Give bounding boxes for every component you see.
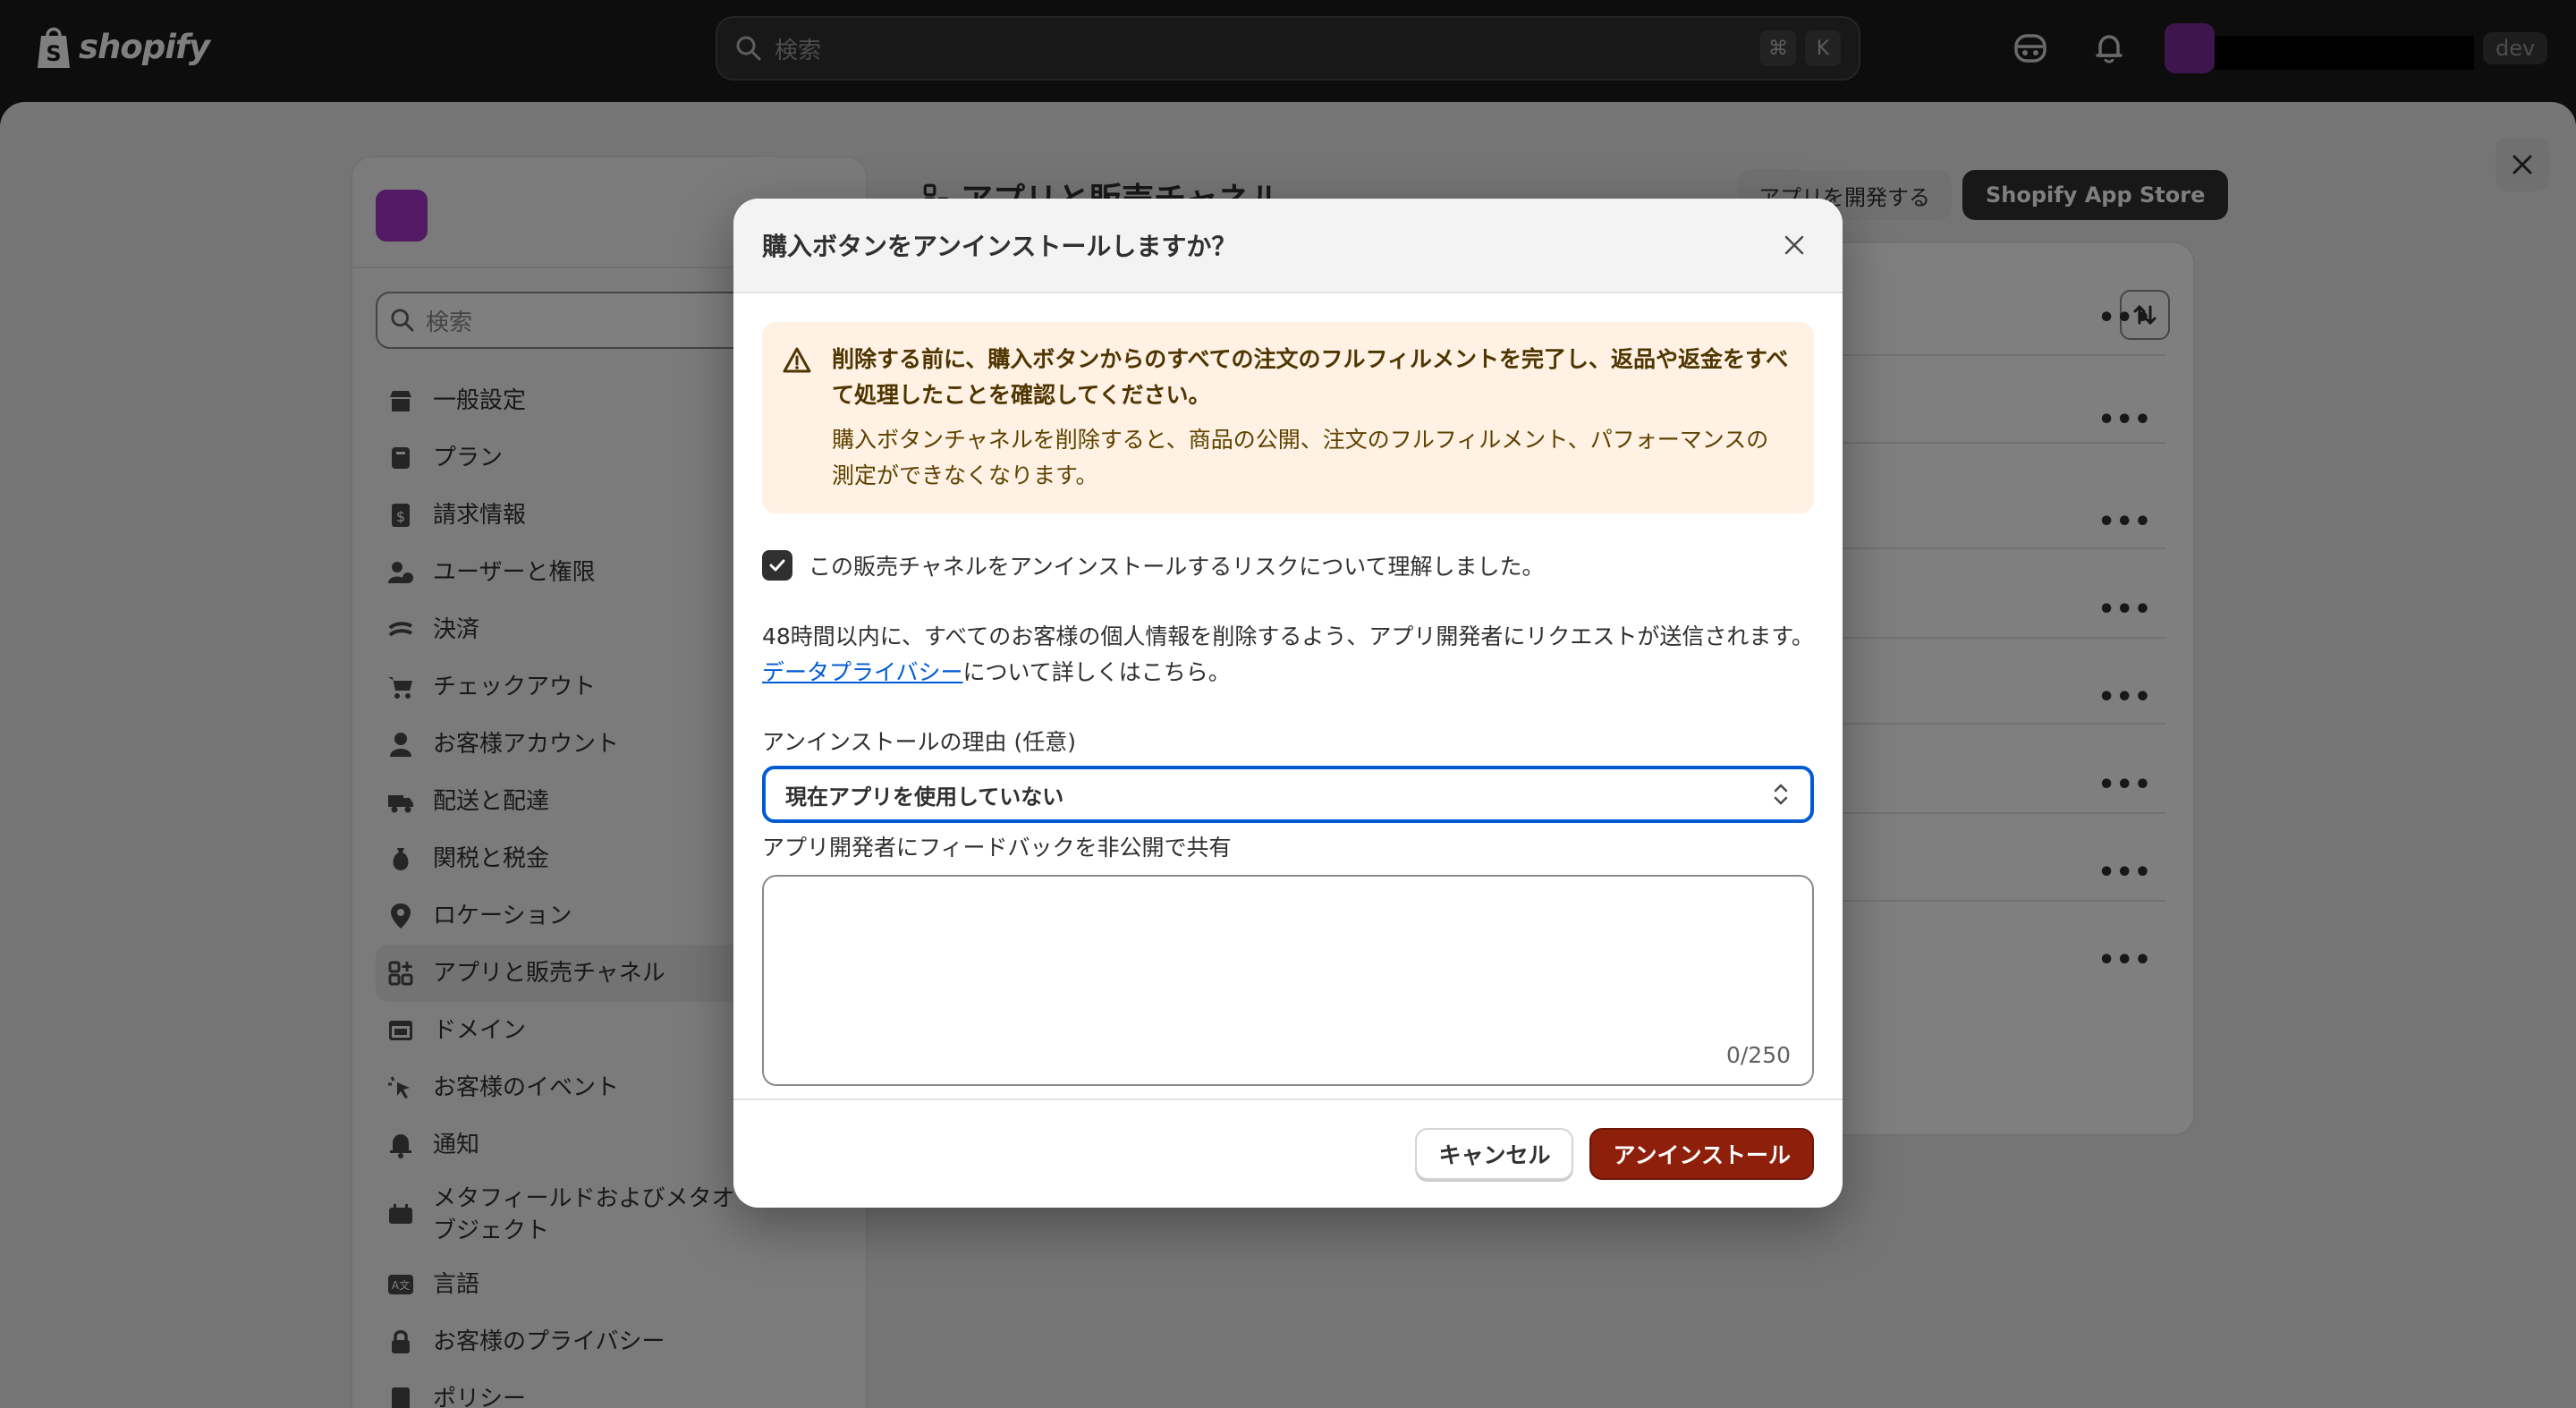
dialog-close-button[interactable] [1775, 225, 1814, 265]
privacy-notice: 48時間以内に、すべてのお客様の個人情報を削除するよう、アプリ開発者にリクエスト… [762, 623, 1814, 685]
feedback-label: アプリ開発者にフィードバックを非公開で共有 [762, 835, 1232, 861]
reason-label: アンインストールの理由 (任意) [762, 729, 1076, 755]
warning-text: 購入ボタンチャネルを削除すると、商品の公開、注文のフルフィルメント、パフォーマン… [832, 427, 1769, 488]
dialog-title: 購入ボタンをアンインストールしますか？ [762, 232, 1237, 261]
warning-icon [783, 347, 811, 373]
reason-selected-value: 現在アプリを使用していない [785, 784, 1064, 810]
feedback-textarea[interactable]: 0/250 [762, 875, 1814, 1086]
warning-banner: 削除する前に、購入ボタンからのすべての注文のフルフィルメントを完了し、返品や返金… [762, 322, 1814, 513]
character-counter: 0/250 [1725, 1042, 1791, 1068]
uninstall-button[interactable]: アンインストール [1589, 1128, 1814, 1180]
risk-checkbox[interactable] [762, 550, 792, 581]
data-privacy-link[interactable]: データプライバシー [762, 659, 963, 685]
dialog-body: 削除する前に、購入ボタンからのすべての注文のフルフィルメントを完了し、返品や返金… [733, 293, 1843, 1086]
cancel-button[interactable]: キャンセル [1415, 1128, 1574, 1180]
warning-title: 削除する前に、購入ボタンからのすべての注文のフルフィルメントを完了し、返品や返金… [832, 346, 1789, 408]
checkmark-icon [769, 559, 785, 572]
select-chevron-icon [1774, 784, 1788, 805]
reason-select[interactable]: 現在アプリを使用していない [762, 766, 1814, 823]
dialog-footer: キャンセル アンインストール [733, 1098, 1843, 1208]
close-icon [1784, 235, 1804, 255]
risk-acknowledgement[interactable]: この販売チャネルをアンインストールするリスクについて理解しました。 [762, 549, 1814, 581]
risk-checkbox-label: この販売チャネルをアンインストールするリスクについて理解しました。 [809, 554, 1545, 580]
dialog-header: 購入ボタンをアンインストールしますか？ [733, 199, 1843, 293]
uninstall-dialog: 購入ボタンをアンインストールしますか？ 削除する前に、購入ボタンからのすべての注… [733, 199, 1843, 1208]
